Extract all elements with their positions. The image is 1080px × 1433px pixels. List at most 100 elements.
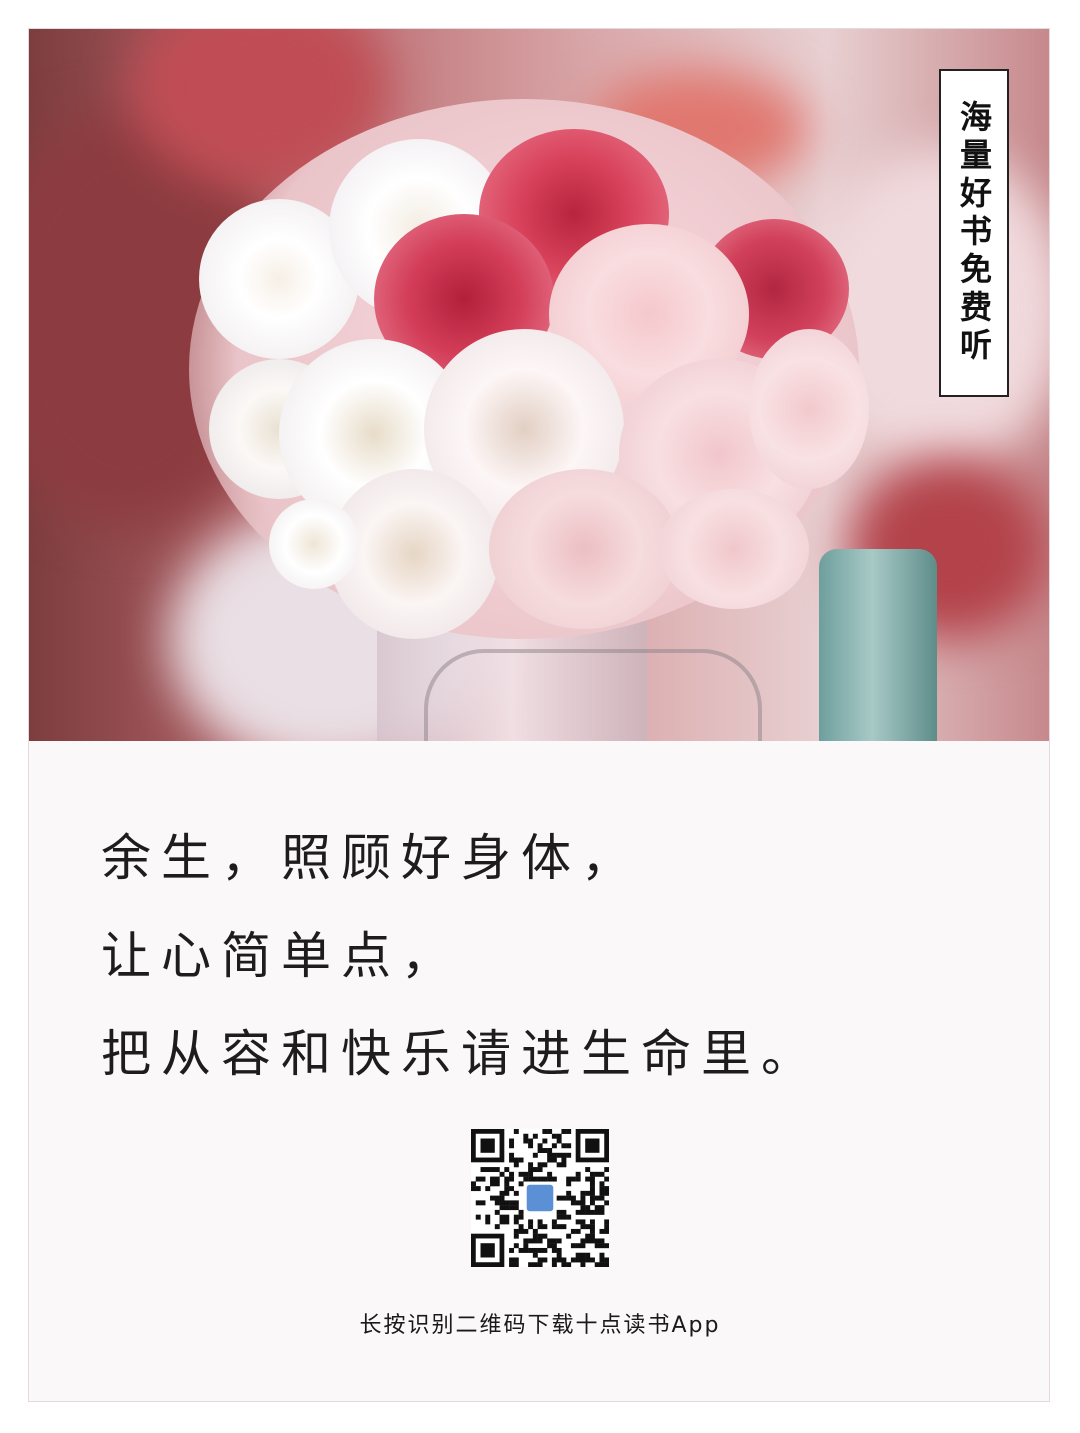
qr-module xyxy=(589,1224,595,1230)
qr-module xyxy=(532,1233,538,1239)
qr-module xyxy=(585,1167,591,1173)
qr-module xyxy=(594,1262,600,1267)
qr-module xyxy=(537,1143,543,1149)
qr-module xyxy=(518,1228,524,1234)
qr-module xyxy=(537,1247,543,1253)
qr-module xyxy=(566,1152,572,1158)
qr-module xyxy=(585,1205,591,1211)
qr-module xyxy=(518,1181,524,1187)
qr-module xyxy=(528,1238,534,1244)
qr-module xyxy=(580,1200,586,1206)
qr-module xyxy=(589,1195,595,1201)
qr-module xyxy=(599,1205,605,1211)
qr-module xyxy=(537,1176,543,1182)
qr-module xyxy=(551,1152,557,1158)
qr-module xyxy=(566,1190,572,1196)
qr-module xyxy=(537,1148,543,1153)
app-logo-icon xyxy=(524,1182,556,1214)
pink-chrysanthemum xyxy=(659,489,809,609)
qr-module xyxy=(589,1219,595,1225)
qr-module xyxy=(532,1228,538,1234)
qr-module xyxy=(523,1243,529,1249)
qr-module xyxy=(599,1171,605,1177)
qr-module xyxy=(589,1176,595,1182)
qr-module xyxy=(532,1247,538,1253)
qr-module xyxy=(547,1238,553,1244)
qr-module xyxy=(604,1224,609,1230)
qr-module xyxy=(580,1243,586,1249)
qr-module xyxy=(551,1157,557,1163)
qr-module xyxy=(551,1247,557,1253)
qr-module xyxy=(585,1190,591,1196)
qr-module xyxy=(599,1209,605,1215)
qr-module xyxy=(604,1176,609,1182)
qr-module xyxy=(570,1200,576,1206)
qr-module xyxy=(509,1176,515,1182)
qr-module xyxy=(556,1257,562,1263)
qr-module xyxy=(523,1238,529,1244)
qr-module xyxy=(513,1205,519,1211)
qr-module xyxy=(509,1205,515,1211)
qr-module xyxy=(509,1143,515,1149)
qr-module xyxy=(589,1171,595,1177)
qr-module xyxy=(556,1252,562,1258)
qr-module xyxy=(575,1252,581,1258)
qr-module xyxy=(523,1171,529,1177)
teal-cup xyxy=(819,549,937,741)
qr-module xyxy=(485,1219,491,1225)
qr-module xyxy=(513,1200,519,1206)
qr-module xyxy=(570,1195,576,1201)
qr-module xyxy=(575,1228,581,1234)
qr-module xyxy=(594,1209,600,1215)
qr-module xyxy=(499,1214,505,1220)
qr-module xyxy=(523,1228,529,1234)
qr-module xyxy=(585,1176,591,1182)
qr-module xyxy=(561,1209,567,1215)
free-listen-badge: 海量好书免费听 xyxy=(939,69,1009,397)
qr-module xyxy=(532,1133,538,1139)
qr-module xyxy=(561,1152,567,1158)
qr-module xyxy=(580,1224,586,1230)
qr-module xyxy=(513,1243,519,1249)
qr-module xyxy=(556,1162,562,1168)
qr-module xyxy=(509,1247,515,1253)
qr-module xyxy=(504,1186,510,1192)
qr-module xyxy=(604,1167,609,1173)
qr-module xyxy=(509,1257,515,1263)
qr-module xyxy=(599,1181,605,1187)
qr-module xyxy=(494,1209,500,1215)
qr-module xyxy=(537,1238,543,1244)
qr-module xyxy=(599,1243,605,1249)
qr-module xyxy=(551,1143,557,1149)
qr-module xyxy=(523,1247,529,1253)
qr-module xyxy=(528,1171,534,1177)
qr-module xyxy=(556,1152,562,1158)
qr-module xyxy=(589,1200,595,1206)
quote-line-2: 让心简单点， xyxy=(101,927,461,985)
qr-module xyxy=(580,1190,586,1196)
qr-module xyxy=(580,1205,586,1211)
qr-module xyxy=(547,1176,553,1182)
qr-module xyxy=(528,1143,534,1149)
download-instruction: 长按识别二维码下载十点读书App xyxy=(359,1313,721,1338)
qr-module xyxy=(566,1176,572,1182)
qr-module xyxy=(499,1190,505,1196)
qr-module xyxy=(566,1195,572,1201)
qr-module xyxy=(518,1209,524,1215)
qr-finder xyxy=(480,1138,495,1153)
qr-module xyxy=(561,1262,567,1267)
qr-module xyxy=(556,1195,562,1201)
qr-module xyxy=(509,1138,515,1144)
qr-module xyxy=(604,1262,609,1267)
qr-module xyxy=(594,1195,600,1201)
qr-module xyxy=(556,1238,562,1244)
badge-text: 海量好书免费听 xyxy=(955,100,993,366)
qr-code[interactable] xyxy=(471,1129,609,1267)
qr-module xyxy=(599,1190,605,1196)
qr-module xyxy=(490,1176,495,1182)
qr-module xyxy=(490,1167,495,1173)
qr-module xyxy=(575,1200,581,1206)
qr-module xyxy=(518,1224,524,1230)
qr-module xyxy=(509,1152,515,1158)
qr-module xyxy=(490,1181,495,1187)
